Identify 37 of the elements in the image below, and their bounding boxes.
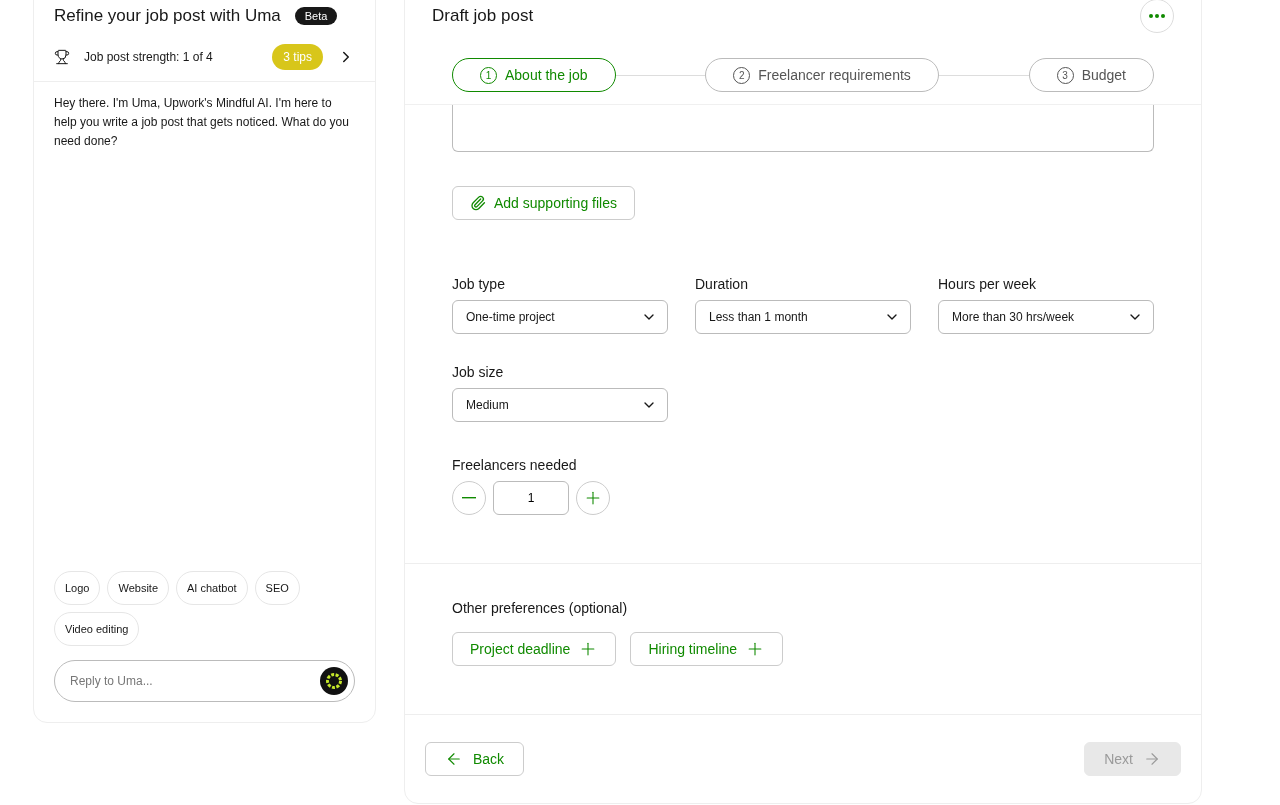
page-title: Draft job post — [432, 6, 534, 26]
field-label: Job size — [452, 364, 505, 380]
dropdown-select[interactable]: Medium — [452, 388, 668, 422]
suggestion-chip[interactable]: Video editing — [54, 612, 140, 646]
field-label: Duration — [695, 276, 749, 292]
increment-button[interactable] — [576, 481, 610, 515]
minus-icon — [462, 497, 476, 499]
suggestion-chip[interactable]: AI chatbot — [176, 571, 248, 605]
more-button[interactable] — [1140, 0, 1174, 33]
preference-button[interactable]: Hiring timeline — [630, 632, 784, 666]
panel-title: Refine your job post with Uma — [54, 6, 281, 26]
step-tab[interactable]: 1 About the job — [452, 58, 616, 92]
paperclip-icon — [470, 195, 486, 211]
step-tab[interactable]: 3 Budget — [1028, 58, 1154, 92]
more-dots-icon[interactable] — [1148, 14, 1166, 18]
field-label: Freelancers needed — [452, 457, 578, 473]
suggestion-chip[interactable]: Logo — [54, 571, 101, 605]
description-field[interactable] — [452, 105, 1154, 152]
field-label: Hours per week — [938, 276, 1038, 292]
ai-logo-icon[interactable] — [320, 667, 348, 695]
preference-button[interactable]: Project deadline — [452, 632, 617, 666]
suggestion-chip[interactable]: SEO — [254, 571, 300, 605]
dropdown-select[interactable]: Less than 1 month — [695, 300, 911, 334]
field-label: Job type — [452, 276, 506, 292]
trophy-icon — [54, 49, 70, 65]
count-field[interactable]: 1 — [493, 481, 569, 515]
step-tab[interactable]: 2 Freelancer requirements — [705, 58, 939, 92]
suggestion-chip[interactable]: Website — [107, 571, 170, 605]
strength-label: Job post strength: 1 of 4 — [84, 50, 214, 64]
dropdown-select[interactable]: More than 30 hrs/week — [938, 300, 1154, 334]
arrow-right-icon — [1143, 750, 1161, 768]
attach-button[interactable]: Add supporting files — [452, 186, 635, 220]
back-button[interactable]: Back — [425, 742, 525, 776]
assistant-message: Hey there. I'm Uma, Upwork's Mindful AI. I'm here to help you write a job post that gets noticed. What do you need done? — [53, 95, 350, 150]
beta-badge: Beta — [294, 7, 338, 25]
dropdown-select[interactable]: One-time project — [452, 300, 668, 334]
section-label: Other preferences (optional) — [452, 600, 629, 616]
